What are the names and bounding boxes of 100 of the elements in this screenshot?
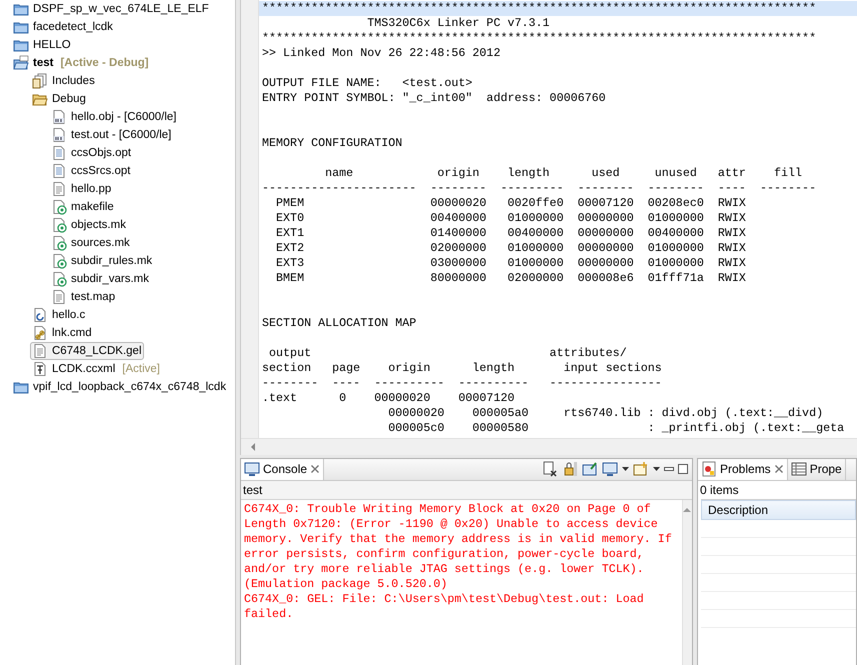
tree-item[interactable]: vpif_lcd_loopback_c674x_c6748_lcdk bbox=[11, 378, 228, 396]
maximize-icon bbox=[678, 464, 688, 474]
monitor-icon bbox=[244, 461, 260, 477]
tree-item-label: subdir_rules.mk bbox=[71, 255, 152, 267]
header-files-icon bbox=[32, 73, 48, 89]
tree-item-label: makefile bbox=[71, 201, 114, 213]
code-line: output attributes/ bbox=[268, 346, 628, 361]
tree-item[interactable]: subdir_vars.mk bbox=[49, 270, 151, 288]
target-file-icon bbox=[51, 217, 67, 233]
tree-item-label: HELLO bbox=[33, 39, 71, 51]
tree-item[interactable]: lnk.cmd bbox=[30, 324, 94, 342]
tree-item[interactable]: test.out - [C6000/le] bbox=[49, 126, 174, 144]
code-line: OUTPUT FILE NAME: <test.out> bbox=[261, 76, 474, 91]
tree-item[interactable]: subdir_rules.mk bbox=[49, 252, 154, 270]
section-heading: MEMORY CONFIGURATION bbox=[261, 136, 404, 151]
active-tag: [Active] bbox=[122, 363, 160, 375]
tree-item[interactable]: facedetect_lcdk bbox=[11, 18, 115, 36]
table-icon bbox=[790, 461, 807, 477]
tree-item[interactable]: LCDK.ccxml [Active] bbox=[30, 360, 162, 378]
active-tag: [Active - Debug] bbox=[60, 57, 149, 69]
console-message: C674X_0: GEL: File: C:\Users\pm\test\Debug\test.out: Load failed. bbox=[244, 592, 645, 622]
vertical-scrollbar[interactable] bbox=[682, 500, 692, 665]
code-line: name origin length used unused attr fill bbox=[324, 166, 804, 181]
code-line: TMS320C6x Linker PC v7.3.1 bbox=[366, 16, 551, 31]
tree-item-label: Includes bbox=[52, 75, 95, 87]
monitor-icon bbox=[602, 461, 618, 477]
tree-item[interactable]: ccsObjs.opt bbox=[49, 144, 134, 162]
view-tab[interactable]: Prope bbox=[788, 459, 846, 480]
code-line: ENTRY POINT SYMBOL: "_c_int00" address: 00006760 bbox=[261, 91, 607, 106]
horizontal-scrollbar[interactable] bbox=[241, 438, 857, 455]
console-tab[interactable]: Console bbox=[241, 459, 324, 480]
target-file-icon bbox=[51, 199, 67, 215]
tree-item-label: hello.c bbox=[52, 309, 86, 321]
tree-item[interactable]: sources.mk bbox=[49, 234, 132, 252]
warning-list-icon bbox=[701, 461, 717, 477]
tree-item-label: Debug bbox=[52, 93, 86, 105]
code-line: section page origin length input sections bbox=[261, 361, 663, 376]
view-tab[interactable]: Problems bbox=[698, 459, 788, 480]
target-file-icon bbox=[51, 235, 67, 251]
code-line: 00000020 000005a0 rts6740.lib : divd.obj (.text:__divd) bbox=[387, 406, 824, 421]
list-file-icon bbox=[51, 145, 67, 161]
c-file-icon bbox=[32, 307, 48, 323]
tree-item[interactable]: objects.mk bbox=[49, 216, 128, 234]
tree-item-label: hello.obj - [C6000/le] bbox=[71, 111, 176, 123]
tree-item[interactable]: test [Active - Debug] bbox=[11, 54, 151, 72]
code-line: EXT1 01400000 00400000 00000000 00400000 RWIX bbox=[275, 226, 747, 241]
scroll-left-icon bbox=[251, 443, 255, 451]
code-line: BMEM 80000000 02000000 000008e6 01fff71a RWIX bbox=[275, 271, 747, 286]
tree-item[interactable]: Includes bbox=[30, 72, 97, 90]
console-source: test bbox=[241, 481, 692, 499]
tree-item-label: subdir_vars.mk bbox=[71, 273, 149, 285]
tree-item[interactable]: hello.obj - [C6000/le] bbox=[49, 108, 178, 126]
tree-item[interactable]: makefile bbox=[49, 198, 116, 216]
console-message: C674X_0: Trouble Writing Memory Block at 0x20 on Page 0 of Length 0x7120: (Error -1190 @ 0x20) Unable to access device memory. Verify that the memory address is in valid memory. If error persists, confirm configuration, power-cycle board, and/or try more reliable JTAG settings (e.g. lower TCLK). (Emulation package 5.0.520.0) bbox=[244, 502, 673, 592]
minimize-icon bbox=[664, 467, 674, 471]
tree-item-label: test.out - [C6000/le] bbox=[71, 129, 172, 141]
config-file-icon bbox=[32, 361, 48, 377]
target-file-icon bbox=[51, 253, 67, 269]
tree-item-label: DSPF_sp_w_vec_674LE_LE_ELF bbox=[33, 3, 209, 15]
pin-icon bbox=[582, 461, 598, 477]
tree-item-label: objects.mk bbox=[71, 219, 126, 231]
code-line: -------- ---- ---------- ---------- ---------------- bbox=[261, 376, 663, 391]
tree-item-label: ccsObjs.opt bbox=[71, 147, 132, 159]
close-icon bbox=[774, 464, 784, 474]
chain-file-icon bbox=[32, 325, 48, 341]
item-count: 0 items bbox=[699, 482, 740, 499]
tree-item-label: hello.pp bbox=[71, 183, 112, 195]
tree-item[interactable]: ccsSrcs.opt bbox=[49, 162, 132, 180]
tree-item-label: test bbox=[33, 57, 54, 69]
code-line: 000005c0 00000580 : _printfi.obj (.text:__geta bbox=[387, 421, 846, 436]
code-line: EXT3 03000000 01000000 00000000 01000000 RWIX bbox=[275, 256, 747, 271]
text-file-icon bbox=[51, 181, 67, 197]
tree-item[interactable]: DSPF_sp_w_vec_674LE_LE_ELF bbox=[11, 0, 211, 18]
tree-item[interactable]: hello.c bbox=[30, 306, 88, 324]
section-heading: SECTION ALLOCATION MAP bbox=[261, 316, 418, 331]
column-header[interactable]: Description bbox=[701, 500, 856, 520]
target-file-icon bbox=[51, 271, 67, 287]
caret-icon bbox=[622, 467, 629, 471]
caret-icon bbox=[653, 467, 660, 471]
tree-item-label: LCDK.ccxml bbox=[52, 363, 116, 375]
code-line: EXT2 02000000 01000000 00000000 01000000 RWIX bbox=[275, 241, 747, 256]
tree-item-label: ccsSrcs.opt bbox=[71, 165, 130, 177]
tree-item[interactable]: Debug bbox=[30, 90, 88, 108]
tree-item-label: test.map bbox=[71, 291, 116, 303]
scroll-up-icon bbox=[683, 508, 692, 512]
tree-item-label: vpif_lcd_loopback_c674x_c6748_lcdk bbox=[33, 381, 226, 393]
tree-item-label: lnk.cmd bbox=[52, 327, 92, 339]
code-line: EXT0 00400000 01000000 00000000 01000000 RWIX bbox=[275, 211, 747, 226]
code-line: ******************************************************************************* bbox=[261, 31, 818, 46]
code-line: PMEM 00000020 0020ffe0 00007120 00208ec0 RWIX bbox=[275, 196, 747, 211]
tree-item[interactable]: hello.pp bbox=[49, 180, 114, 198]
new-console-icon bbox=[633, 461, 649, 477]
close-icon bbox=[310, 464, 320, 474]
text-file-icon bbox=[51, 289, 67, 305]
clear-console-icon bbox=[542, 461, 558, 477]
tree-item[interactable]: HELLO bbox=[11, 36, 73, 54]
tree-item-label: facedetect_lcdk bbox=[33, 21, 113, 33]
tree-item[interactable]: C6748_LCDK.gel bbox=[30, 342, 144, 360]
tree-item[interactable]: test.map bbox=[49, 288, 118, 306]
tree-item-label: C6748_LCDK.gel bbox=[52, 345, 142, 357]
